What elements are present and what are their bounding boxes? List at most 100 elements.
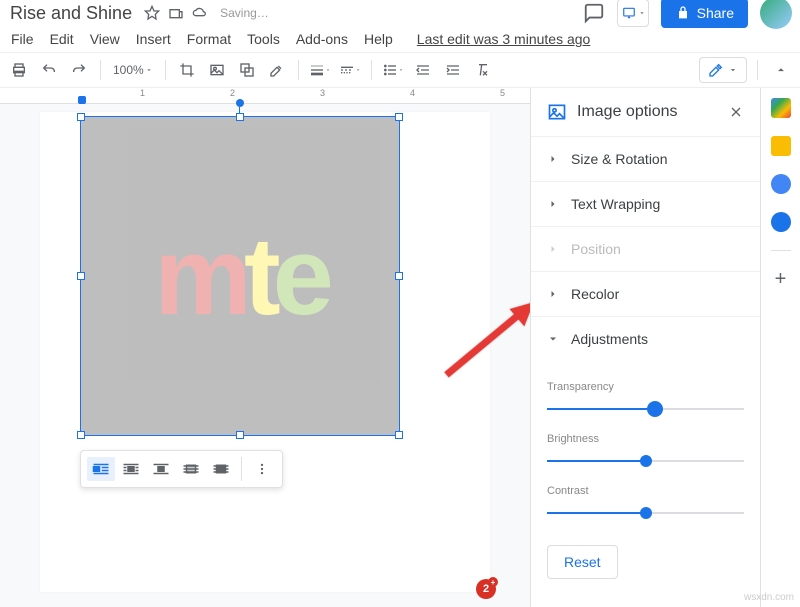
print-icon[interactable]: [6, 57, 32, 83]
image-options-panel: Image options Size & Rotation Text Wrapp…: [530, 88, 760, 607]
header-right: Share: [583, 0, 792, 29]
resize-handle[interactable]: [236, 431, 244, 439]
menu-format[interactable]: Format: [180, 27, 238, 51]
move-icon[interactable]: [168, 5, 184, 21]
main-area: 1 2 3 4 5 mte: [0, 88, 800, 607]
rotation-handle[interactable]: [236, 99, 244, 107]
get-addons-icon[interactable]: +: [775, 269, 787, 289]
adjustments-body: Transparency Brightness Contrast Reset: [531, 361, 760, 595]
resize-handle[interactable]: [395, 431, 403, 439]
border-color-icon[interactable]: [264, 57, 290, 83]
border-dash-icon[interactable]: [337, 57, 363, 83]
pen-icon: [708, 62, 724, 78]
title-bar: Rise and Shine Saving… Share: [0, 0, 800, 26]
tasks-addon-icon[interactable]: [771, 174, 791, 194]
transparency-label: Transparency: [547, 381, 744, 393]
chevron-right-icon: [547, 288, 559, 300]
section-adjustments[interactable]: Adjustments: [531, 317, 760, 361]
zoom-dropdown[interactable]: 100%: [109, 57, 157, 83]
last-edit-link[interactable]: Last edit was 3 minutes ago: [410, 27, 598, 51]
wrap-inline-icon[interactable]: [87, 457, 115, 481]
section-text-wrapping[interactable]: Text Wrapping: [531, 182, 760, 227]
horizontal-ruler[interactable]: 1 2 3 4 5: [0, 88, 530, 104]
resize-handle[interactable]: [395, 113, 403, 121]
lock-icon: [675, 5, 691, 21]
menu-tools[interactable]: Tools: [240, 27, 287, 51]
image-selection[interactable]: mte: [80, 116, 400, 436]
chevron-right-icon: [547, 198, 559, 210]
brightness-label: Brightness: [547, 433, 744, 445]
resize-handle[interactable]: [77, 113, 85, 121]
keep-addon-icon[interactable]: [771, 136, 791, 156]
chevron-down-icon: [547, 333, 559, 345]
clear-format-icon[interactable]: [470, 57, 496, 83]
document-title[interactable]: Rise and Shine: [8, 3, 132, 24]
calendar-addon-icon[interactable]: [771, 98, 791, 118]
editing-mode-dropdown[interactable]: [699, 57, 747, 83]
menu-edit[interactable]: Edit: [43, 27, 81, 51]
chevron-right-icon: [547, 243, 559, 255]
border-weight-icon[interactable]: [307, 57, 333, 83]
present-button[interactable]: [617, 0, 649, 27]
image-options-icon[interactable]: [204, 57, 230, 83]
menu-help[interactable]: Help: [357, 27, 400, 51]
more-options-icon[interactable]: [248, 457, 276, 481]
section-position: Position: [531, 227, 760, 272]
watermark: wsxdn.com: [744, 592, 794, 603]
menu-insert[interactable]: Insert: [129, 27, 178, 51]
wrap-text-icon[interactable]: [117, 457, 145, 481]
wrap-break-icon[interactable]: [147, 457, 175, 481]
redo-icon[interactable]: [66, 57, 92, 83]
account-avatar[interactable]: [760, 0, 792, 29]
share-label: Share: [697, 5, 734, 21]
menu-view[interactable]: View: [83, 27, 127, 51]
contrast-slider[interactable]: [547, 507, 744, 519]
wrap-front-icon[interactable]: [207, 457, 235, 481]
notification-badge[interactable]: 2: [476, 579, 496, 599]
section-size-rotation[interactable]: Size & Rotation: [531, 137, 760, 182]
addon-sidebar: +: [760, 88, 800, 607]
comment-history-icon[interactable]: [583, 2, 605, 24]
wrap-behind-icon[interactable]: [177, 457, 205, 481]
selected-image[interactable]: mte: [81, 117, 399, 435]
star-icon[interactable]: [144, 5, 160, 21]
section-recolor[interactable]: Recolor: [531, 272, 760, 317]
document-page[interactable]: mte: [40, 112, 490, 592]
image-icon: [547, 102, 567, 122]
reset-button[interactable]: Reset: [547, 545, 618, 579]
indent-decrease-icon[interactable]: [410, 57, 436, 83]
resize-handle[interactable]: [77, 272, 85, 280]
close-icon[interactable]: [728, 104, 744, 120]
title-icons: [144, 5, 208, 21]
transparency-slider[interactable]: [547, 403, 744, 415]
panel-header: Image options: [531, 88, 760, 137]
indent-increase-icon[interactable]: [440, 57, 466, 83]
replace-image-icon[interactable]: [234, 57, 260, 83]
saving-status: Saving…: [220, 6, 269, 20]
menubar: File Edit View Insert Format Tools Add-o…: [0, 26, 800, 52]
undo-icon[interactable]: [36, 57, 62, 83]
share-button[interactable]: Share: [661, 0, 748, 28]
chevron-down-icon: [728, 65, 738, 75]
brightness-group: Brightness: [547, 433, 744, 467]
hide-menus-icon[interactable]: [768, 57, 794, 83]
contrast-label: Contrast: [547, 485, 744, 497]
ruler-indent-marker[interactable]: [78, 96, 86, 104]
cloud-saving-icon[interactable]: [192, 5, 208, 21]
menu-file[interactable]: File: [4, 27, 41, 51]
resize-handle[interactable]: [395, 272, 403, 280]
crop-icon[interactable]: [174, 57, 200, 83]
panel-title: Image options: [577, 103, 678, 121]
resize-handle[interactable]: [236, 113, 244, 121]
image-layout-toolbar: [80, 450, 283, 488]
contrast-group: Contrast: [547, 485, 744, 519]
list-icon[interactable]: [380, 57, 406, 83]
canvas-area[interactable]: 1 2 3 4 5 mte: [0, 88, 530, 607]
toolbar: 100%: [0, 52, 800, 88]
chevron-right-icon: [547, 153, 559, 165]
transparency-group: Transparency: [547, 381, 744, 415]
contacts-addon-icon[interactable]: [771, 212, 791, 232]
brightness-slider[interactable]: [547, 455, 744, 467]
resize-handle[interactable]: [77, 431, 85, 439]
menu-addons[interactable]: Add-ons: [289, 27, 355, 51]
